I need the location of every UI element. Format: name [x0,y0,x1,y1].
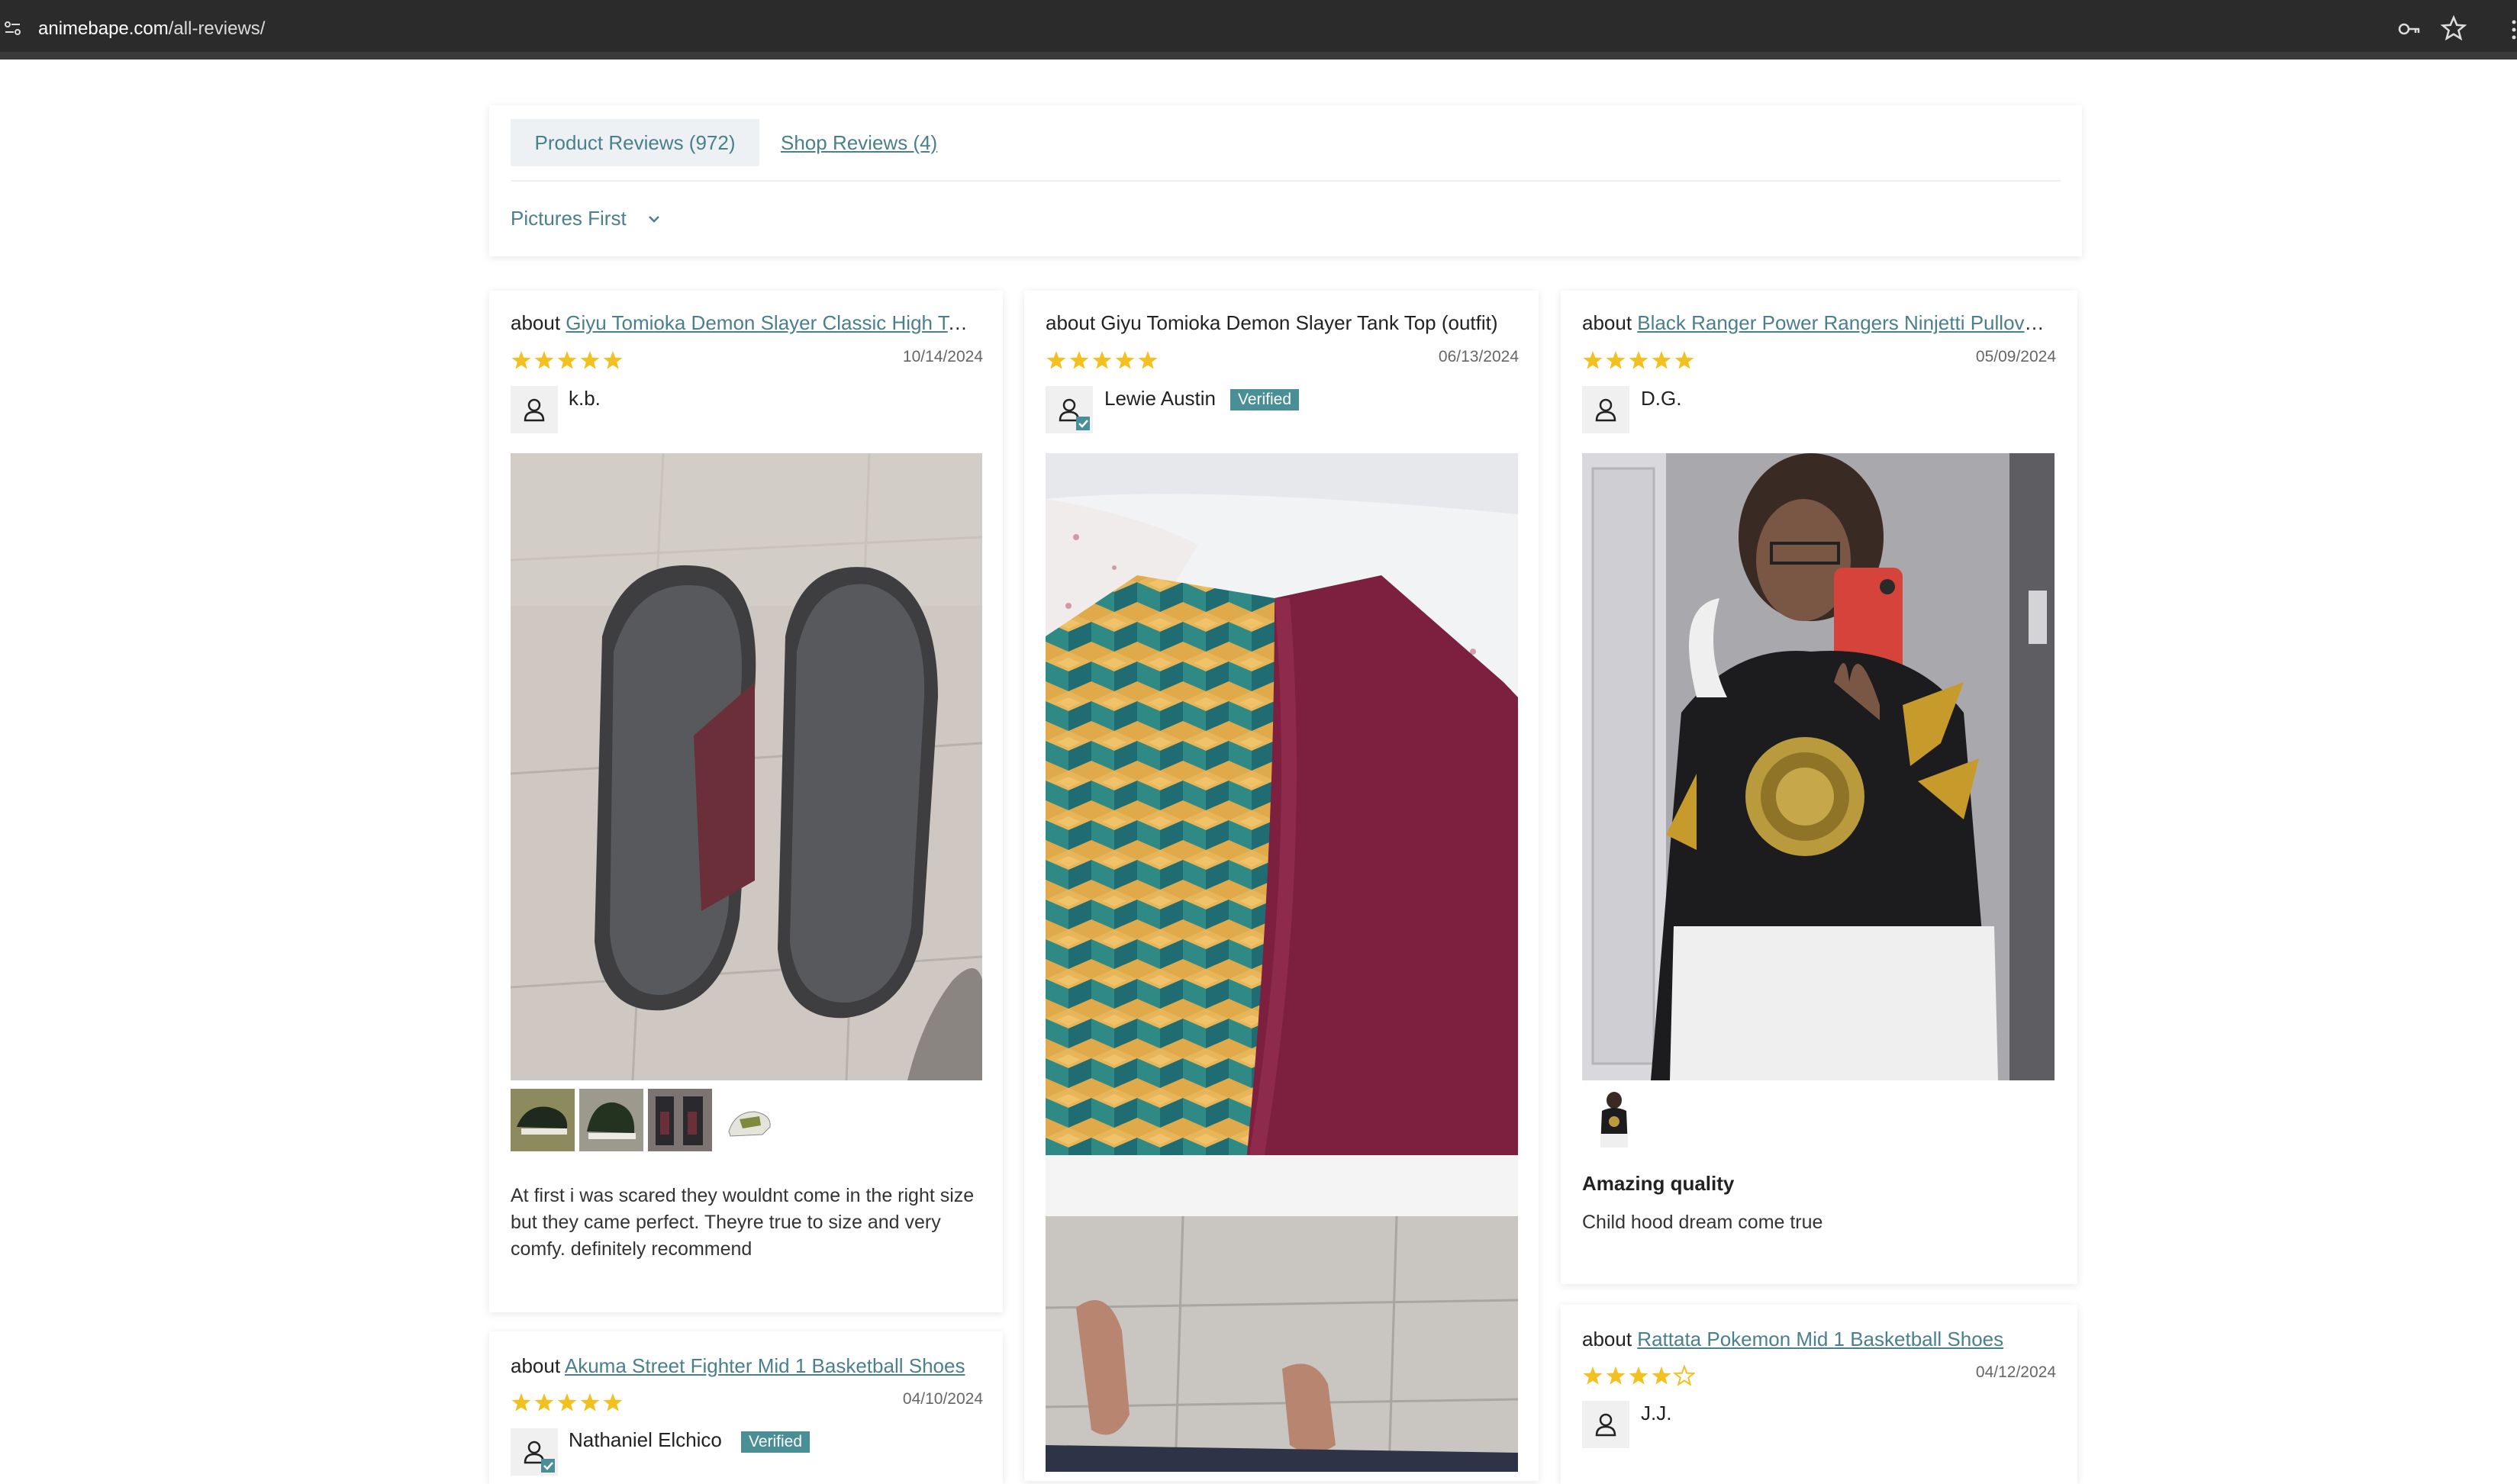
review-thumbnail[interactable] [648,1089,712,1151]
star-outline-icon[interactable] [2441,15,2467,41]
toolbar-divider [0,52,2517,60]
star-filled-icon [1046,351,1066,369]
check-icon [541,1459,555,1473]
star-filled-icon [1674,351,1694,369]
star-rating [1583,351,1694,369]
star-filled-icon [534,351,554,369]
star-filled-icon [1092,351,1112,369]
review-photo[interactable] [1582,453,2055,1080]
url-host: animebape.com [38,18,169,39]
product-link[interactable]: Black Ranger Power Rangers Ninjetti Pull… [1637,311,2054,334]
reviewer-name: Lewie Austin [1104,387,1216,410]
review-about: about Black Ranger Power Rangers Ninjett… [1582,310,2054,336]
reviewer-name: k.b. [569,387,601,410]
review-body: At first i was scared they wouldnt come … [511,1185,975,1260]
avatar [511,386,558,433]
star-filled-icon [580,1393,600,1412]
review-date: 04/10/2024 [902,1390,983,1408]
avatar [1046,386,1093,433]
header-divider [511,180,2061,182]
star-filled-icon [1652,351,1671,369]
url-path: /all-reviews/ [168,18,266,39]
address-bar[interactable]: animebape.com/all-reviews/ [38,14,265,44]
star-filled-icon [580,351,600,369]
star-filled-icon [1583,351,1603,369]
star-filled-icon [1606,351,1626,369]
sort-dropdown[interactable]: Pictures First [511,204,627,232]
star-filled-icon [511,1393,531,1412]
review-about: about Giyu Tomioka Demon Slayer Classic … [511,310,975,336]
review-thumbnail[interactable] [1582,1088,1646,1151]
star-filled-icon [603,351,623,369]
product-link[interactable]: Giyu Tomioka Demon Slayer Classic High T… [566,311,975,334]
review-date: 04/12/2024 [1975,1363,2056,1381]
star-filled-icon [1069,351,1089,369]
chevron-down-icon[interactable] [646,211,662,227]
review-about: about Rattata Pokemon Mid 1 Basketball S… [1582,1328,2004,1350]
key-icon[interactable] [2396,17,2422,41]
star-filled-icon [603,1393,623,1412]
star-rating [1046,351,1158,369]
product-link[interactable]: Rattata Pokemon Mid 1 Basketball Shoes [1637,1328,2003,1350]
review-thumbnail[interactable] [717,1089,781,1151]
star-filled-icon [1138,351,1158,369]
avatar [1582,1401,1629,1448]
review-body: Child hood dream come true [1582,1212,1823,1233]
review-photo[interactable] [1046,453,1518,1472]
verified-badge: Verified [741,1431,811,1453]
star-rating [511,351,623,369]
avatar [1582,386,1629,433]
star-filled-icon [1629,351,1648,369]
user-icon [1059,398,1090,430]
product-name: Giyu Tomioka Demon Slayer Tank Top (outf… [1101,311,1498,334]
star-rating [1583,1365,1695,1386]
review-photo[interactable] [511,453,982,1080]
star-filled-icon [557,1393,577,1412]
star-rating [511,1393,623,1412]
user-icon [1595,1413,1616,1437]
more-menu-icon[interactable] [2508,18,2517,41]
browser-toolbar [0,0,2517,60]
star-filled-icon [1606,1367,1626,1385]
review-date: 10/14/2024 [902,348,983,365]
user-icon [1595,398,1616,422]
star-filled-icon [1652,1367,1671,1385]
star-filled-icon [534,1393,554,1412]
user-icon [524,1441,555,1473]
review-about: about Giyu Tomioka Demon Slayer Tank Top… [1046,311,1498,334]
product-link[interactable]: Akuma Street Fighter Mid 1 Basketball Sh… [565,1354,965,1377]
review-about: about Akuma Street Fighter Mid 1 Basketb… [511,1354,965,1377]
star-filled-icon [1115,351,1135,369]
star-filled-icon [557,351,577,369]
reviewer-name: J.J. [1641,1402,1672,1424]
verified-badge: Verified [1230,389,1300,410]
star-empty-icon [1672,1365,1695,1386]
check-icon [1076,417,1090,430]
star-filled-icon [511,351,531,369]
review-date: 06/13/2024 [1438,348,1519,365]
review-thumbnail[interactable] [511,1089,575,1151]
review-date: 05/09/2024 [1975,348,2056,365]
reviewer-name: D.G. [1641,387,1682,410]
star-filled-icon [1629,1367,1648,1385]
tab-product-reviews[interactable]: Product Reviews (972) [511,119,759,166]
star-filled-icon [1583,1367,1603,1385]
review-thumbnail[interactable] [579,1089,643,1151]
review-title: Amazing quality [1582,1172,1735,1195]
site-info-icon[interactable] [3,18,23,38]
tab-shop-reviews[interactable]: Shop Reviews (4) [781,119,937,166]
reviewer-name: Nathaniel Elchico [569,1428,722,1451]
avatar [511,1428,558,1476]
user-icon [524,398,545,422]
